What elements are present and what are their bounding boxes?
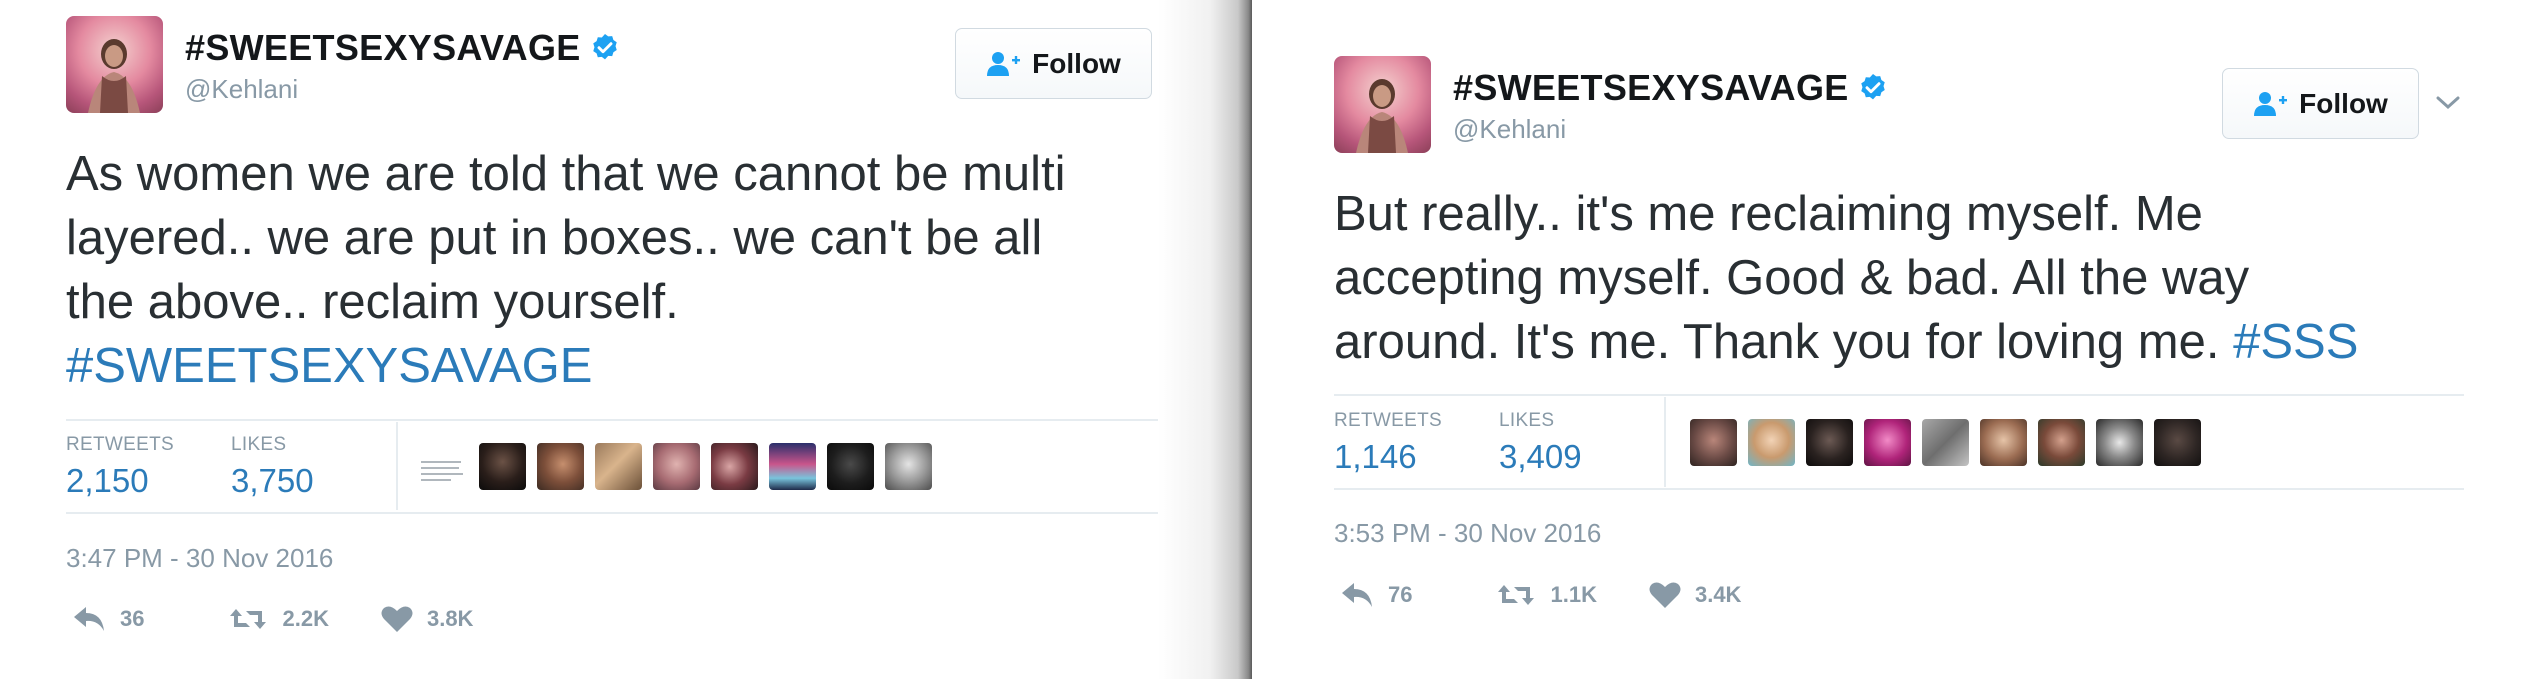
tweet-text-line: around. It's me. Thank you for loving me… <box>1334 315 2220 369</box>
retweet-button[interactable]: 2.2K <box>228 605 329 633</box>
retweets-value: 1,146 <box>1334 438 1417 475</box>
retweets-label: RETWEETS <box>66 434 174 455</box>
tweet-text: But really.. it's me reclaiming myself. … <box>1334 182 2484 374</box>
display-name[interactable]: #SWEETSEXYSAVAGE <box>185 27 581 69</box>
liker-avatar[interactable] <box>1864 419 1911 466</box>
liker-avatar[interactable] <box>2038 419 2085 466</box>
reply-button[interactable]: 36 <box>72 605 144 633</box>
liker-avatar[interactable] <box>827 443 874 490</box>
tweet-text-line: But really.. it's me reclaiming myself. … <box>1334 187 2203 241</box>
heart-icon <box>1649 582 1681 608</box>
likers-avatars <box>421 443 932 490</box>
liker-avatar[interactable] <box>537 443 584 490</box>
tweet-text-line: layered.. we are put in boxes.. we can't… <box>66 211 1043 265</box>
stats-separator <box>396 422 398 510</box>
tweet-text: As women we are told that we cannot be m… <box>66 142 1186 398</box>
liker-avatar[interactable] <box>1690 419 1737 466</box>
timestamp[interactable]: 3:47 PM - 30 Nov 2016 <box>66 543 333 574</box>
heart-icon <box>381 606 413 632</box>
liker-avatar[interactable] <box>2096 419 2143 466</box>
likes-label: LIKES <box>231 434 287 455</box>
follow-button[interactable]: Follow <box>2222 68 2419 139</box>
hashtag-link[interactable]: #SWEETSEXYSAVAGE <box>66 339 592 393</box>
display-name[interactable]: #SWEETSEXYSAVAGE <box>1453 67 1849 109</box>
avatar-image <box>1356 79 1408 153</box>
screenshot-seam <box>1158 0 1252 679</box>
name-row: #SWEETSEXYSAVAGE <box>1453 67 1889 109</box>
retweet-button[interactable]: 1.1K <box>1496 581 1597 609</box>
liker-avatar[interactable] <box>479 443 526 490</box>
tweet-card-right: #SWEETSEXYSAVAGE @Kehlani Follow But rea… <box>1252 0 2521 679</box>
hashtag-link[interactable]: #SSS <box>2233 315 2358 369</box>
likes-label: LIKES <box>1499 410 1555 431</box>
retweets-stat[interactable]: RETWEETS 1,146 <box>1334 410 1442 476</box>
divider-top <box>1334 394 2464 396</box>
like-count: 3.4K <box>1694 582 1742 607</box>
avatar-image <box>88 39 140 113</box>
liker-avatar[interactable] <box>885 443 932 490</box>
follow-person-plus-icon <box>2254 91 2288 116</box>
likers-avatars <box>1690 419 2201 466</box>
follow-label: Follow <box>1032 47 1121 79</box>
avatar[interactable] <box>66 16 163 113</box>
liker-avatar[interactable] <box>769 443 816 490</box>
divider-bottom <box>66 512 1190 514</box>
tweet-text-line: the above.. reclaim yourself. <box>66 275 679 329</box>
liker-avatar[interactable] <box>711 443 758 490</box>
tweet-text-line: As women we are told that we cannot be m… <box>66 147 1066 201</box>
name-row: #SWEETSEXYSAVAGE <box>185 27 621 69</box>
retweet-icon <box>230 609 267 629</box>
reply-icon <box>74 607 104 631</box>
handle[interactable]: @Kehlani <box>1453 114 1566 145</box>
like-button[interactable]: 3.4K <box>1649 581 1741 609</box>
liker-avatar[interactable] <box>595 443 642 490</box>
verified-badge-icon <box>1860 74 1885 100</box>
avatar[interactable] <box>1334 56 1431 153</box>
action-bar: 36 2.2K 3.8K <box>72 605 473 633</box>
follow-button[interactable]: Follow <box>955 28 1152 99</box>
handle[interactable]: @Kehlani <box>185 74 298 105</box>
likes-stat[interactable]: LIKES 3,750 <box>231 434 314 500</box>
follow-label: Follow <box>2299 87 2388 119</box>
liker-avatar[interactable] <box>1806 419 1853 466</box>
chevron-down-icon[interactable] <box>2436 96 2460 110</box>
reply-button[interactable]: 76 <box>1340 581 1412 609</box>
follow-person-plus-icon <box>987 51 1021 76</box>
action-bar: 76 1.1K 3.4K <box>1340 581 1741 609</box>
retweet-count: 1.1K <box>1550 582 1597 607</box>
retweets-value: 2,150 <box>66 462 149 499</box>
verified-badge-icon <box>592 34 617 60</box>
retweet-count: 2.2K <box>282 606 329 631</box>
like-count: 3.8K <box>426 606 474 631</box>
tweet-text-line: accepting myself. Good & bad. All the wa… <box>1334 251 2250 305</box>
timestamp[interactable]: 3:53 PM - 30 Nov 2016 <box>1334 518 1601 549</box>
divider-top <box>66 419 1190 421</box>
tweet-card-left: #SWEETSEXYSAVAGE @Kehlani Follow As wome… <box>0 0 1245 679</box>
reply-icon <box>1342 583 1372 607</box>
retweet-icon <box>1498 585 1535 605</box>
reply-count: 36 <box>120 606 145 631</box>
liker-avatar[interactable] <box>1980 419 2027 466</box>
retweets-label: RETWEETS <box>1334 410 1442 431</box>
liker-avatar[interactable] <box>421 443 468 490</box>
liker-avatar[interactable] <box>1748 419 1795 466</box>
likes-value: 3,409 <box>1499 438 1582 475</box>
like-button[interactable]: 3.8K <box>381 605 473 633</box>
likes-stat[interactable]: LIKES 3,409 <box>1499 410 1582 476</box>
retweets-stat[interactable]: RETWEETS 2,150 <box>66 434 174 500</box>
liker-avatar[interactable] <box>2154 419 2201 466</box>
liker-avatar[interactable] <box>653 443 700 490</box>
likes-value: 3,750 <box>231 462 314 499</box>
stats-separator <box>1664 397 1666 487</box>
reply-count: 76 <box>1388 582 1413 607</box>
liker-avatar[interactable] <box>1922 419 1969 466</box>
divider-bottom <box>1334 488 2464 490</box>
